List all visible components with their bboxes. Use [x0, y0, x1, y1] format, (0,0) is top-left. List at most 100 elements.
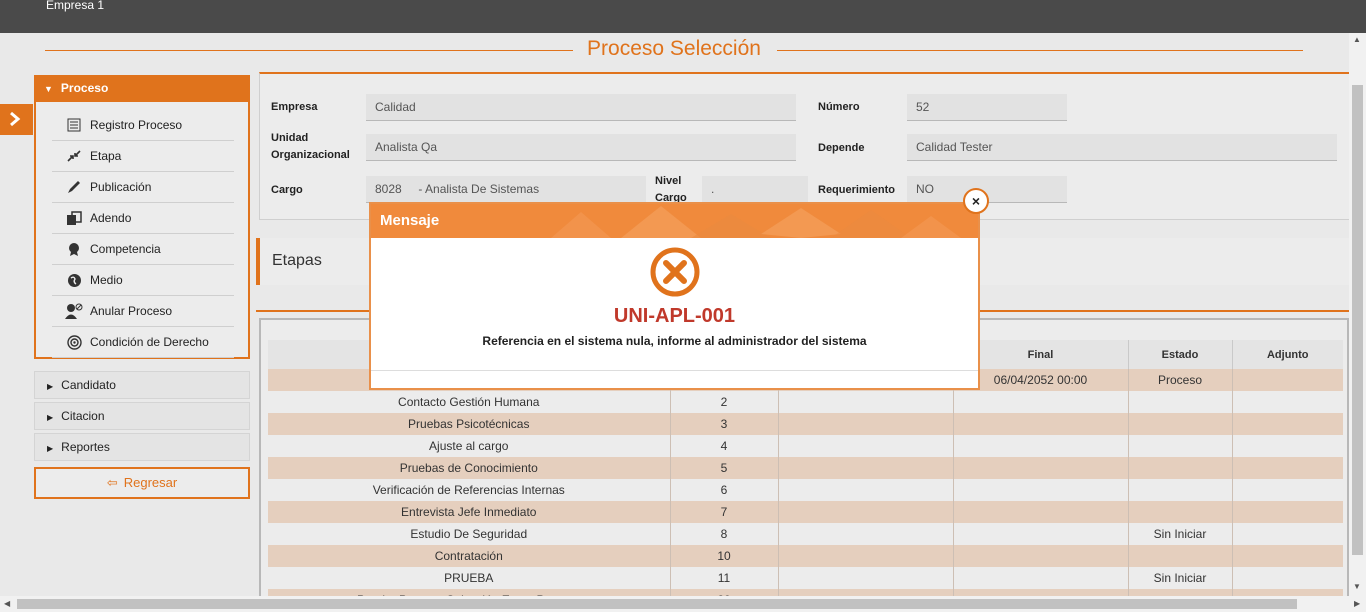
pencil-icon [64, 178, 84, 196]
horizontal-scrollbar[interactable]: ◀ ▶ [0, 596, 1366, 612]
compress-arrows-icon [64, 147, 84, 165]
message-dialog: Mensaje UNI-APL-001 Referencia en el sis… [369, 202, 980, 390]
table-cell [1231, 457, 1343, 479]
table-cell: 10 [669, 545, 778, 567]
table-cell: 4 [669, 435, 778, 457]
back-button[interactable]: ⇦ Regresar [34, 467, 250, 499]
nivel-cargo-label-line1: Nivel [655, 175, 682, 187]
table-cell [952, 413, 1128, 435]
sidebar-item-label: Medio [90, 273, 123, 287]
scroll-right-icon[interactable]: ▶ [1354, 599, 1360, 608]
table-cell [952, 545, 1128, 567]
menu-section-citacion[interactable]: ▶ Citacion [34, 402, 250, 430]
menu-section-candidato[interactable]: ▶ Candidato [34, 371, 250, 399]
menu-section-label: Citacion [61, 409, 105, 423]
sidebar-item-label: Publicación [90, 180, 152, 194]
dialog-footer [371, 370, 978, 371]
table-cell: 7 [669, 501, 778, 523]
table-cell [777, 413, 953, 435]
table-row[interactable]: Contratación 10 [268, 545, 1343, 567]
scroll-left-icon[interactable]: ◀ [4, 599, 10, 608]
dialog-header: Mensaje [371, 204, 978, 238]
table-row[interactable]: PRUEBA 11 Sin Iniciar [268, 567, 1343, 589]
table-row[interactable]: Pruebas Psicotécnicas 3 [268, 413, 1343, 435]
table-cell: Pruebas Psicotécnicas [268, 413, 670, 435]
depende-field[interactable]: Calidad Tester [907, 134, 1337, 161]
table-row[interactable]: Verificación de Referencias Internas 6 [268, 479, 1343, 501]
vertical-scroll-thumb[interactable] [1352, 85, 1363, 555]
column-header-estado[interactable]: Estado [1127, 340, 1232, 369]
table-cell: 5 [669, 457, 778, 479]
cargo-field[interactable]: 8028 - Analista De Sistemas [366, 176, 646, 203]
numero-label: Número [818, 101, 860, 113]
sidebar-item-adendo[interactable]: Adendo [52, 203, 234, 234]
table-cell [952, 501, 1128, 523]
table-cell [1231, 413, 1343, 435]
sidebar-item-publicacion[interactable]: Publicación [52, 172, 234, 203]
menu-section-label: Candidato [61, 378, 116, 392]
table-cell: Proceso [1127, 369, 1232, 391]
table-cell: Contratación [268, 545, 670, 567]
menu-section-body: Registro Proceso Etapa Publicación Adend… [34, 102, 250, 359]
table-row[interactable]: Contacto Gestión Humana 2 [268, 391, 1343, 413]
page-title-bar: Proceso Selección [45, 36, 1303, 64]
back-button-label: Regresar [123, 475, 178, 490]
table-cell: Contacto Gestión Humana [268, 391, 670, 413]
list-icon [64, 116, 84, 134]
scroll-down-icon[interactable]: ▼ [1353, 582, 1361, 591]
unidad-label-line1: Unidad [271, 132, 309, 144]
table-cell [1231, 435, 1343, 457]
scroll-up-icon[interactable]: ▲ [1353, 35, 1361, 44]
table-cell: 2 [669, 391, 778, 413]
sidebar-item-label: Condición de Derecho [90, 335, 209, 349]
nivel-cargo-field[interactable]: . [702, 176, 808, 203]
cargo-label: Cargo [271, 184, 303, 196]
sidebar-item-condicion-derecho[interactable]: Condición de Derecho [52, 327, 234, 358]
sidebar-item-competencia[interactable]: Competencia [52, 234, 234, 265]
dialog-title: Mensaje [380, 212, 440, 229]
process-form: Empresa Calidad Número 52 Unidad Organiz… [259, 72, 1349, 220]
caret-right-icon: ▶ [47, 413, 54, 422]
table-row[interactable]: Entrevista Jefe Inmediato 7 [268, 501, 1343, 523]
sidebar-item-label: Registro Proceso [90, 118, 183, 132]
sidebar-item-anular-proceso[interactable]: Anular Proceso [52, 296, 234, 327]
table-cell: Verificación de Referencias Internas [268, 479, 670, 501]
table-cell [1127, 501, 1232, 523]
empresa-field[interactable]: Calidad [366, 94, 796, 121]
table-cell [1231, 523, 1343, 545]
sidebar-item-label: Etapa [90, 149, 122, 163]
table-row[interactable]: Estudio De Seguridad 8 Sin Iniciar [268, 523, 1343, 545]
table-cell [952, 435, 1128, 457]
horizontal-scroll-thumb[interactable] [17, 599, 1297, 609]
sidebar-toggle[interactable] [0, 104, 33, 135]
column-header-adjunto[interactable]: Adjunto [1231, 340, 1343, 369]
chevron-right-icon [10, 111, 21, 127]
etapas-title: Etapas [272, 252, 322, 269]
table-cell [777, 391, 953, 413]
table-cell [952, 457, 1128, 479]
empresa-label: Empresa [271, 101, 318, 113]
table-cell [1127, 545, 1232, 567]
caret-down-icon: ▼ [44, 84, 53, 94]
sidebar-item-etapa[interactable]: Etapa [52, 141, 234, 172]
badge-icon [64, 240, 84, 258]
menu-section-reportes[interactable]: ▶ Reportes [34, 433, 250, 461]
table-cell [1127, 391, 1232, 413]
sidebar-item-medio[interactable]: Medio [52, 265, 234, 296]
menu-section-proceso[interactable]: ▼ Proceso [34, 75, 250, 102]
error-code: UNI-APL-001 [613, 305, 736, 327]
table-cell [1231, 545, 1343, 567]
numero-field[interactable]: 52 [907, 94, 1067, 121]
unidad-organizacional-field[interactable]: Analista Qa [366, 134, 796, 161]
table-cell [1231, 369, 1343, 391]
table-row[interactable]: Ajuste al cargo 4 [268, 435, 1343, 457]
table-cell [777, 567, 953, 589]
dialog-close-button[interactable]: × [963, 188, 989, 214]
sidebar-item-label: Adendo [90, 211, 132, 225]
requerimiento-label: Requerimiento [818, 184, 896, 196]
caret-right-icon: ▶ [47, 444, 54, 453]
globe-icon [64, 271, 84, 289]
table-row[interactable]: Pruebas de Conocimiento 5 [268, 457, 1343, 479]
sidebar-item-registro-proceso[interactable]: Registro Proceso [52, 110, 234, 141]
vertical-scrollbar[interactable]: ▲ ▼ [1349, 33, 1366, 596]
